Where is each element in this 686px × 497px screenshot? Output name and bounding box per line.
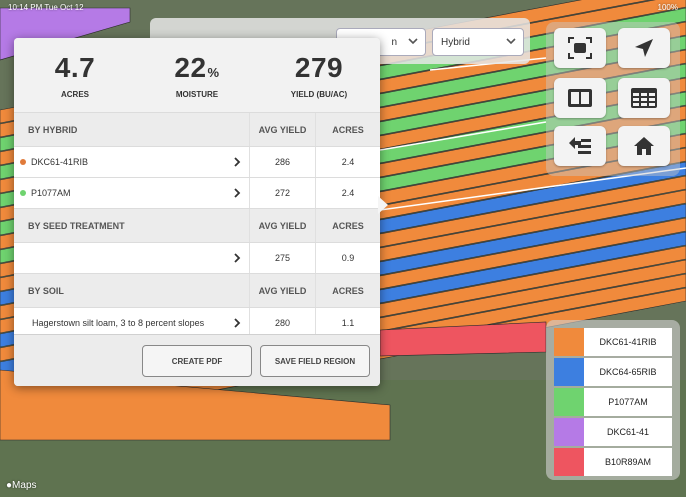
legend-label: DKC61-41RIB xyxy=(584,328,672,356)
panel-actions: CREATE PDF SAVE FIELD REGION xyxy=(14,334,380,386)
seed-treatment-header-avg-yield: AVG YIELD xyxy=(250,209,316,242)
home-icon xyxy=(634,137,654,155)
hybrid-header-name: BY HYBRID xyxy=(14,113,250,146)
legend-label: DKC61-41 xyxy=(584,418,672,446)
create-pdf-button[interactable]: CREATE PDF xyxy=(142,345,252,377)
soil-name: Hagerstown silt loam, 3 to 8 percent slo… xyxy=(32,318,205,328)
moisture-value: 22 xyxy=(174,52,207,83)
yield-label: YIELD (BU/AC) xyxy=(290,90,348,99)
soil-header-avg-yield: AVG YIELD xyxy=(250,274,316,307)
hybrid-acres: 2.4 xyxy=(341,157,355,167)
chevron-down-icon xyxy=(408,38,418,45)
split-view-icon xyxy=(568,89,592,107)
legend-item: DKC64-65RIB xyxy=(554,358,672,386)
focus-field-button[interactable] xyxy=(554,28,606,68)
legend-swatch xyxy=(554,448,584,476)
acres-value: 4.7 xyxy=(54,52,96,83)
split-view-button[interactable] xyxy=(554,78,606,118)
seed-treatment-row[interactable]: 275 0.9 xyxy=(14,242,380,273)
acres-label: ACRES xyxy=(60,90,89,99)
home-button[interactable] xyxy=(618,126,670,166)
legend-swatch xyxy=(554,418,584,446)
field-select-value: n xyxy=(391,36,397,48)
hybrid-acres: 2.4 xyxy=(341,188,355,198)
acres-stat: 4.7 ACRES xyxy=(14,38,136,112)
seed-treatment-header-name: BY SEED TREATMENT xyxy=(14,209,250,242)
status-time: 10:14 PM Tue Oct 12 xyxy=(8,2,84,12)
hybrid-header-acres: ACRES xyxy=(332,124,364,135)
hybrid-name: DKC61-41RIB xyxy=(31,157,89,167)
legend-item: DKC61-41 xyxy=(554,418,672,446)
seed-treatment-avg-yield: 275 xyxy=(250,243,316,273)
focus-frame-icon xyxy=(568,37,592,59)
legend-label: B10R89AM xyxy=(584,448,672,476)
legend-swatch xyxy=(554,388,584,416)
hybrid-header-avg-yield: AVG YIELD xyxy=(250,113,316,146)
legend-swatch xyxy=(554,358,584,386)
yield-stat: 279 YIELD (BU/AC) xyxy=(258,38,380,112)
hybrid-row-p1077am[interactable]: P1077AM 272 2.4 xyxy=(14,177,380,208)
seed-treatment-header-acres: ACRES xyxy=(332,220,364,231)
chevron-right-icon xyxy=(234,188,241,198)
locate-button[interactable] xyxy=(618,28,670,68)
hybrid-avg-yield: 286 xyxy=(250,147,316,177)
soil-header-acres: ACRES xyxy=(332,285,364,296)
layer-swap-button[interactable] xyxy=(554,126,606,166)
legend-item: DKC61-41RIB xyxy=(554,328,672,356)
moisture-stat: 22% MOISTURE xyxy=(136,38,258,112)
hybrid-name-cell: P1077AM xyxy=(14,178,250,208)
hybrid-name-cell: DKC61-41RIB xyxy=(14,147,250,177)
table-icon xyxy=(631,88,657,108)
seed-treatment-header-row: BY SEED TREATMENT AVG YIELD ACRES xyxy=(14,208,380,242)
field-summary-panel: 4.7 ACRES 22% MOISTURE 279 YIELD (BU/AC)… xyxy=(14,38,380,386)
seed-treatment-acres: 0.9 xyxy=(341,253,355,263)
chevron-right-icon xyxy=(234,253,241,263)
legend-label: DKC64-65RIB xyxy=(584,358,672,386)
soil-header-row: BY SOIL AVG YIELD ACRES xyxy=(14,273,380,307)
save-field-region-button[interactable]: SAVE FIELD REGION xyxy=(260,345,370,377)
layer-swap-icon xyxy=(569,137,591,154)
maps-attribution: ●Maps xyxy=(6,480,37,491)
moisture-label: MOISTURE xyxy=(175,90,219,99)
moisture-value-wrap: 22% xyxy=(136,52,258,84)
chevron-right-icon xyxy=(234,157,241,167)
hybrid-header-row: BY HYBRID AVG YIELD ACRES xyxy=(14,112,380,146)
panel-pointer xyxy=(378,196,388,214)
yield-value: 279 xyxy=(294,52,344,83)
seed-treatment-name-cell xyxy=(14,243,250,273)
moisture-unit: % xyxy=(207,65,220,80)
table-view-button[interactable] xyxy=(618,78,670,118)
maps-attribution-text: Maps xyxy=(12,480,37,491)
legend-label: P1077AM xyxy=(584,388,672,416)
hybrid-select[interactable]: Hybrid xyxy=(432,28,524,56)
legend-item: P1077AM xyxy=(554,388,672,416)
status-battery: 100% xyxy=(657,2,678,12)
hybrid-color-dot xyxy=(20,190,26,196)
hybrid-color-dot xyxy=(20,159,26,165)
chevron-right-icon xyxy=(234,318,241,328)
breakdown-table: BY HYBRID AVG YIELD ACRES DKC61-41RIB 28… xyxy=(14,112,380,338)
summary-stats: 4.7 ACRES 22% MOISTURE 279 YIELD (BU/AC) xyxy=(14,38,380,112)
location-arrow-icon xyxy=(635,39,653,57)
chevron-down-icon xyxy=(506,38,516,45)
map-tools xyxy=(546,22,680,176)
hybrid-select-value: Hybrid xyxy=(441,36,470,48)
hybrid-row-dkc61-41rib[interactable]: DKC61-41RIB 286 2.4 xyxy=(14,146,380,177)
status-bar: 10:14 PM Tue Oct 12 100% xyxy=(0,0,686,14)
hybrid-avg-yield: 272 xyxy=(250,178,316,208)
hybrid-legend: DKC61-41RIB DKC64-65RIB P1077AM DKC61-41… xyxy=(546,320,680,480)
hybrid-name: P1077AM xyxy=(31,188,71,198)
legend-item: B10R89AM xyxy=(554,448,672,476)
legend-swatch xyxy=(554,328,584,356)
soil-header-name: BY SOIL xyxy=(14,274,250,307)
